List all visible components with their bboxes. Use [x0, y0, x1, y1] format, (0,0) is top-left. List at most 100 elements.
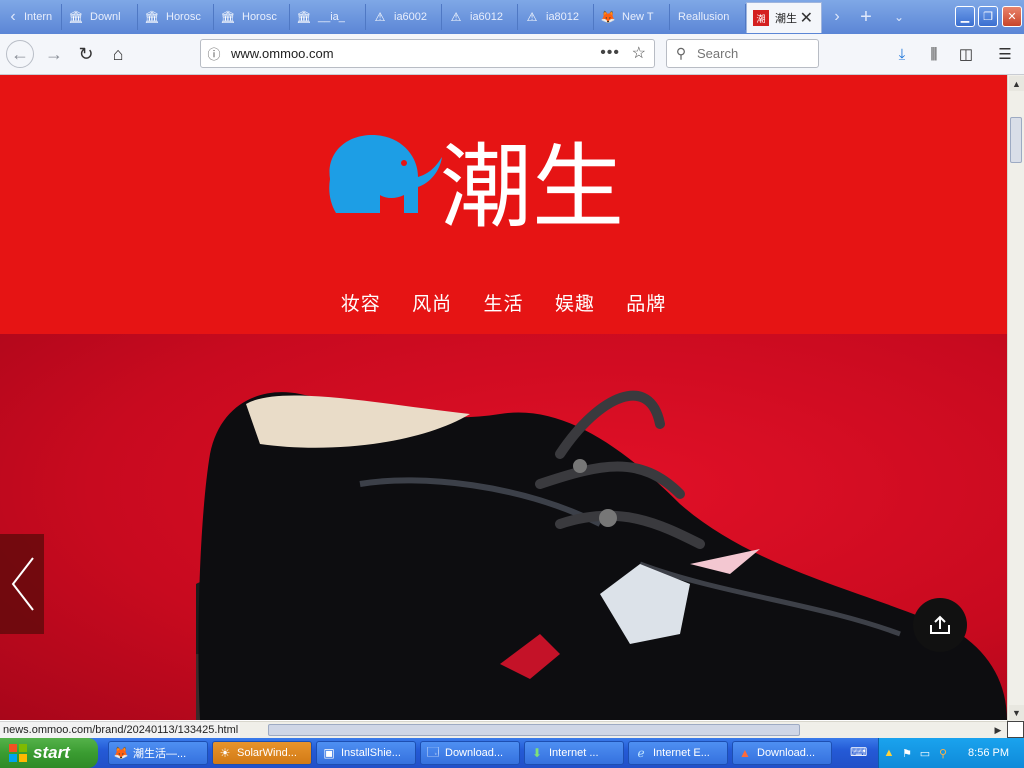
nav-item-fashion[interactable]: 风尚 — [412, 289, 452, 316]
vertical-scroll-thumb[interactable] — [1010, 117, 1022, 163]
site-info-icon[interactable]: ⓘ — [201, 44, 227, 63]
page-actions-icon[interactable]: ••• — [600, 44, 620, 62]
sidebar-icon[interactable]: ◫ — [954, 42, 978, 66]
tab-label: Intern — [24, 11, 53, 23]
back-button[interactable]: ← — [6, 40, 34, 68]
tab-item[interactable]: 🦊 New T — [594, 4, 670, 30]
tab-label: Reallusion — [678, 11, 730, 23]
site-logo[interactable]: 潮生 — [322, 111, 682, 241]
tab-item[interactable]: 🏛 Horosc — [138, 4, 214, 30]
museum-icon: 🏛 — [68, 10, 84, 24]
tab-item[interactable]: Reallusion — [670, 4, 746, 30]
search-input[interactable] — [695, 45, 809, 62]
taskbar-item[interactable]: ▲ Download... — [732, 741, 832, 765]
taskbar-item-label: Download... — [757, 747, 816, 759]
forward-button[interactable]: → — [40, 40, 68, 68]
search-box[interactable]: ⚲ — [666, 39, 819, 68]
warning-tray-icon[interactable]: ▲ — [881, 745, 897, 761]
tab-item[interactable]: 🏛 Horosc — [214, 4, 290, 30]
ie-icon: ℯ — [637, 746, 645, 760]
taskbar-item-active[interactable]: ☀ SolarWind... — [212, 741, 312, 765]
menu-hamburger-icon[interactable]: ☰ — [993, 42, 1017, 66]
network-tray-icon[interactable]: ⚑ — [899, 745, 915, 761]
tab-list-chevron-down-icon[interactable]: ⌄ — [888, 6, 910, 28]
library-icon[interactable]: ⫼ — [922, 42, 946, 66]
taskbar-item-label: InstallShie... — [341, 747, 401, 759]
nav-item-lifestyle[interactable]: 生活 — [483, 289, 523, 316]
home-button[interactable]: ⌂ — [104, 40, 132, 68]
warning-icon: ⚠ — [450, 10, 462, 24]
close-tab-icon[interactable]: ✕ — [800, 8, 813, 28]
taskbar-item[interactable]: 🗔 Download... — [420, 741, 520, 765]
taskbar-item-label: Internet E... — [653, 747, 710, 759]
taskbar-item-label: SolarWind... — [237, 747, 297, 759]
horizontal-scrollbar[interactable]: ▶ — [240, 721, 1007, 738]
hero-shoe-image — [196, 390, 1007, 720]
start-button[interactable]: start — [0, 738, 98, 768]
tab-label: ia8012 — [546, 11, 580, 23]
tab-label: Horosc — [242, 11, 277, 23]
slider-prev-button[interactable] — [0, 534, 44, 634]
taskbar-item[interactable]: 🦊 潮生活—... — [108, 741, 208, 765]
tab-scroll-left-icon[interactable]: ‹ — [2, 6, 24, 28]
url-text[interactable]: www.ommoo.com — [227, 46, 334, 61]
status-url: news.ommoo.com/brand/20240113/133425.htm… — [0, 721, 240, 738]
logo-text: 潮生 — [440, 134, 624, 241]
taskbar-item-label: 潮生活—... — [133, 748, 187, 760]
scroll-up-icon[interactable]: ▲ — [1009, 76, 1024, 91]
museum-icon: 🏛 — [296, 10, 312, 24]
search-tray-icon[interactable]: ⚲ — [935, 745, 951, 761]
minimize-icon[interactable]: ▁ — [955, 6, 975, 27]
installer-icon: ▣ — [323, 746, 335, 760]
tab-item[interactable]: ⚠ ia6012 — [442, 4, 518, 30]
tab-label: New T — [622, 11, 654, 23]
tab-label: __ia_ — [318, 11, 345, 23]
close-window-icon[interactable]: ✕ — [1002, 6, 1022, 27]
solarwinds-icon: ☀ — [219, 746, 231, 760]
hero-slider[interactable] — [0, 334, 1007, 720]
tab-item[interactable]: ⚠ ia8012 — [518, 4, 594, 30]
museum-icon: 🏛 — [220, 10, 236, 24]
window-icon: 🗔 — [426, 744, 440, 759]
tab-item[interactable]: Intern — [22, 4, 62, 30]
tab-item[interactable]: 🏛 Downl — [62, 4, 138, 30]
taskbar-item-label: Download... — [445, 747, 504, 759]
page-content: 潮生 妆容 风尚 生活 娱趣 品牌 — [0, 75, 1007, 720]
chevron-left-icon — [11, 557, 34, 611]
horizontal-scroll-thumb[interactable] — [268, 724, 800, 736]
tab-item[interactable]: 🏛 __ia_ — [290, 4, 366, 30]
tab-item-active[interactable]: 潮 潮生 ✕ — [746, 2, 822, 33]
scroll-right-icon[interactable]: ▶ — [991, 723, 1005, 737]
bookmark-star-icon[interactable]: ☆ — [632, 43, 646, 63]
new-tab-icon[interactable]: + — [855, 6, 877, 28]
scroll-corner — [1007, 721, 1024, 738]
keyboard-icon[interactable]: ⌨ — [850, 745, 867, 761]
system-tray: ▲ ⚑ ▭ ⚲ 8:56 PM — [878, 738, 1024, 768]
downloads-icon[interactable]: ⤓ — [890, 42, 914, 66]
download-arrow-icon: ⬇ — [531, 746, 543, 760]
tab-label: Downl — [90, 11, 121, 23]
nav-item-entertainment[interactable]: 娱趣 — [555, 289, 595, 316]
elephant-logo-icon — [329, 135, 442, 213]
tab-scroll-right-icon[interactable]: › — [826, 6, 848, 28]
reload-button[interactable]: ↻ — [72, 40, 100, 68]
share-button[interactable] — [913, 598, 967, 652]
nav-item-brands[interactable]: 品牌 — [626, 289, 666, 316]
museum-icon: 🏛 — [144, 10, 160, 24]
clock[interactable]: 8:56 PM — [968, 747, 1009, 759]
nav-item-makeup[interactable]: 妆容 — [341, 289, 381, 316]
tab-label: Horosc — [166, 11, 201, 23]
scroll-down-icon[interactable]: ▼ — [1009, 705, 1024, 720]
tab-label: ia6002 — [394, 11, 428, 23]
firefox-icon: 🦊 — [113, 746, 129, 760]
monitor-tray-icon[interactable]: ▭ — [917, 745, 933, 761]
taskbar-item[interactable]: ℯ Internet E... — [628, 741, 728, 765]
firefox-icon: 🦊 — [600, 10, 616, 24]
warning-icon: ⚠ — [374, 10, 386, 24]
tab-item[interactable]: ⚠ ia6002 — [366, 4, 442, 30]
taskbar-item[interactable]: ▣ InstallShie... — [316, 741, 416, 765]
url-bar[interactable]: ⓘ www.ommoo.com ••• ☆ — [200, 39, 655, 68]
restore-icon[interactable]: ❐ — [978, 6, 998, 27]
vertical-scrollbar[interactable]: ▲ ▼ — [1007, 75, 1024, 721]
taskbar-item[interactable]: ⬇ Internet ... — [524, 741, 624, 765]
